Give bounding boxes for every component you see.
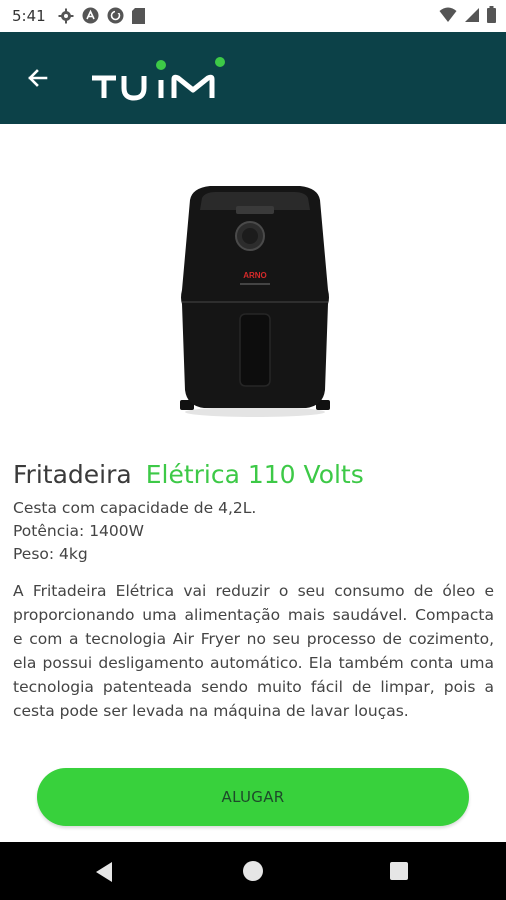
sync-circle-icon — [107, 7, 124, 24]
signal-icon — [465, 7, 479, 22]
brand-label: ARNO — [243, 271, 267, 280]
status-time: 5:41 — [12, 7, 46, 25]
tuim-logo — [92, 57, 225, 101]
product-title-accent: Elétrica 110 Volts — [145, 460, 364, 489]
product-title: Fritadeira Elétrica 110 Volts — [13, 460, 364, 489]
spec-power: Potência: 1400W — [13, 522, 144, 540]
settings-icon — [58, 8, 74, 23]
nav-back-icon[interactable] — [94, 861, 114, 883]
air-fryer-image: ARNO — [180, 186, 330, 417]
product-title-main: Fritadeira — [13, 460, 132, 489]
nav-recents-icon[interactable] — [390, 862, 408, 880]
app-bar — [0, 32, 506, 124]
spec-weight: Peso: 4kg — [13, 545, 88, 563]
system-nav-bar — [0, 842, 506, 900]
status-bar: 5:41 — [0, 0, 506, 32]
arrow-left-icon — [28, 69, 48, 87]
product-specs: Cesta com capacidade de 4,2L. Potência: … — [13, 497, 256, 566]
rent-button[interactable]: ALUGAR — [37, 768, 469, 826]
a-circle-icon — [82, 7, 99, 24]
battery-icon — [487, 6, 496, 23]
spec-capacity: Cesta com capacidade de 4,2L. — [13, 499, 257, 517]
back-button[interactable] — [22, 62, 54, 94]
wifi-icon — [439, 7, 457, 22]
status-icons-right — [439, 6, 496, 23]
status-icons-left — [58, 7, 145, 24]
sd-card-icon — [132, 7, 145, 24]
product-description: A Fritadeira Elétrica vai reduzir o seu … — [13, 582, 494, 720]
nav-home-icon[interactable] — [243, 861, 263, 881]
